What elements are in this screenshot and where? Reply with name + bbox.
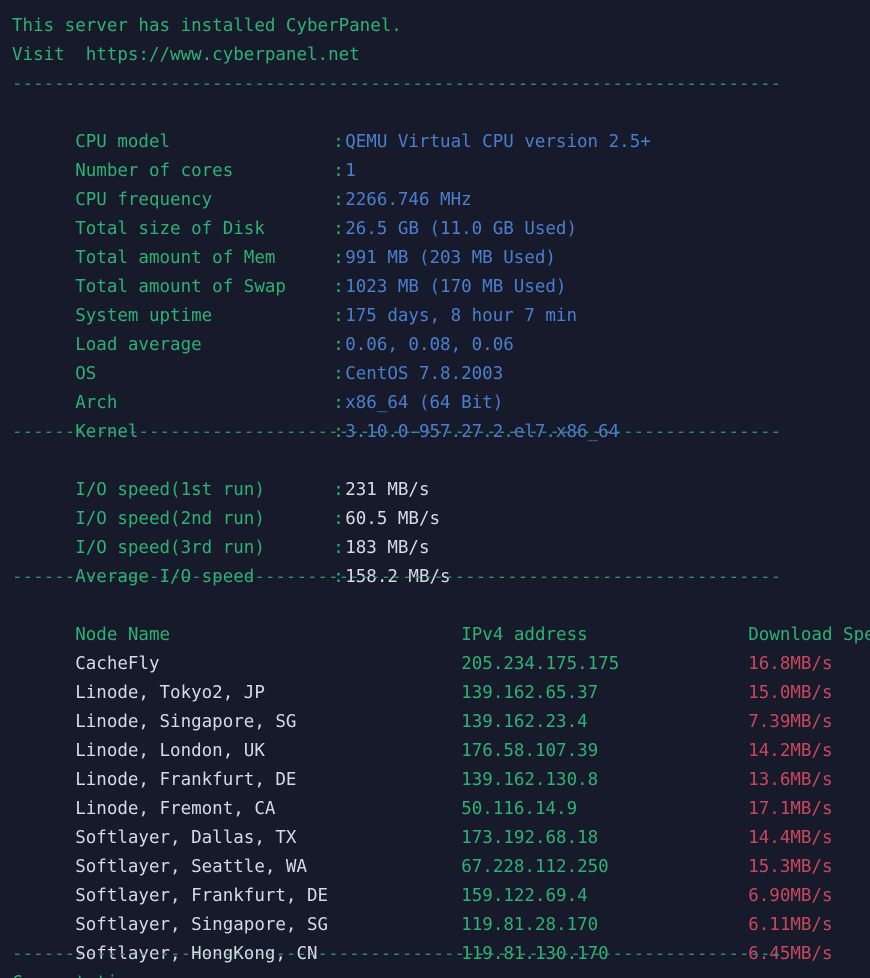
terminal-window: This server has installed CyberPanel. Vi… (0, 0, 870, 978)
info-value: QEMU Virtual CPU version 2.5+ (345, 132, 651, 152)
info-colon: : (333, 335, 344, 355)
info-label: CPU model (75, 132, 171, 152)
column-header-download-speed: Download Speed (748, 625, 870, 645)
info-colon: : (333, 219, 344, 239)
separator-2: ----------------------------------------… (12, 422, 782, 442)
separator-3: ----------------------------------------… (12, 567, 782, 587)
cell-node-name: CacheFly (75, 654, 160, 674)
cell-download-speed: 14.2MB/s (748, 741, 833, 761)
info-label: Total amount of Swap (75, 277, 286, 297)
separator-1: ----------------------------------------… (12, 74, 782, 94)
cell-download-speed: 15.3MB/s (748, 857, 833, 877)
info-label: Load average (75, 335, 202, 355)
footer-clipped-line: Current time (12, 969, 870, 978)
info-row-cpu-model: CPU model:QEMU Virtual CPU version 2.5+ (12, 99, 870, 152)
cell-ipv4: 139.162.23.4 (461, 712, 588, 732)
cell-download-speed: 13.6MB/s (748, 770, 833, 790)
io-colon: : (333, 538, 344, 558)
header-line-installed: This server has installed CyberPanel. (12, 16, 402, 36)
info-value: 26.5 GB (11.0 GB Used) (345, 219, 578, 239)
cell-node-name: Softlayer, Dallas, TX (75, 828, 297, 848)
cell-ipv4: 139.162.65.37 (461, 683, 599, 703)
cell-node-name: Softlayer, Singapore, SG (75, 915, 329, 935)
cell-download-speed: 17.1MB/s (748, 799, 833, 819)
cell-ipv4: 176.58.107.39 (461, 741, 599, 761)
io-value: 183 MB/s (345, 538, 430, 558)
io-value: 60.5 MB/s (345, 509, 441, 529)
cell-ipv4: 50.116.14.9 (461, 799, 578, 819)
io-value: 231 MB/s (345, 480, 430, 500)
io-label: I/O speed(3rd run) (75, 538, 265, 558)
info-colon: : (333, 393, 344, 413)
cell-download-speed: 7.39MB/s (748, 712, 833, 732)
column-header-ipv4: IPv4 address (461, 625, 588, 645)
cell-ipv4: 173.192.68.18 (461, 828, 599, 848)
info-colon: : (333, 277, 344, 297)
info-value: CentOS 7.8.2003 (345, 364, 504, 384)
cell-download-speed: 15.0MB/s (748, 683, 833, 703)
cell-node-name: Softlayer, Frankfurt, DE (75, 886, 329, 906)
info-value: 991 MB (203 MB Used) (345, 248, 556, 268)
info-label: Total size of Disk (75, 219, 265, 239)
cell-node-name: Linode, Frankfurt, DE (75, 770, 297, 790)
cell-download-speed: 6.90MB/s (748, 886, 833, 906)
info-label: Arch (75, 393, 118, 413)
io-colon: : (333, 509, 344, 529)
cell-ipv4: 67.228.112.250 (461, 857, 609, 877)
cell-node-name: Linode, London, UK (75, 741, 265, 761)
info-colon: : (333, 190, 344, 210)
cell-ipv4: 205.234.175.175 (461, 654, 620, 674)
info-label: Total amount of Mem (75, 248, 276, 268)
io-colon: : (333, 480, 344, 500)
info-value: 0.06, 0.08, 0.06 (345, 335, 514, 355)
node-table-header: Node Name IPv4 address Download Speed (12, 592, 870, 645)
cell-node-name: Linode, Fremont, CA (75, 799, 276, 819)
separator-4: ----------------------------------------… (12, 944, 782, 964)
info-colon: : (333, 161, 344, 181)
io-label: I/O speed(1st run) (75, 480, 265, 500)
info-label: System uptime (75, 306, 213, 326)
info-label: Number of cores (75, 161, 234, 181)
cell-node-name: Softlayer, Seattle, WA (75, 857, 308, 877)
cell-node-name: Linode, Tokyo2, JP (75, 683, 265, 703)
info-colon: : (333, 248, 344, 268)
header-line-visit: Visit https://www.cyberpanel.net (12, 45, 360, 65)
cell-download-speed: 16.8MB/s (748, 654, 833, 674)
io-label: I/O speed(2nd run) (75, 509, 265, 529)
cell-ipv4: 159.122.69.4 (461, 886, 588, 906)
info-colon: : (333, 306, 344, 326)
info-value: x86_64 (64 Bit) (345, 393, 504, 413)
info-value: 1 (345, 161, 356, 181)
info-label: CPU frequency (75, 190, 213, 210)
info-value: 2266.746 MHz (345, 190, 472, 210)
info-label: OS (75, 364, 97, 384)
cell-node-name: Linode, Singapore, SG (75, 712, 297, 732)
info-colon: : (333, 364, 344, 384)
cell-download-speed: 14.4MB/s (748, 828, 833, 848)
cell-download-speed: 6.11MB/s (748, 915, 833, 935)
terminal-screen: This server has installed CyberPanel. Vi… (0, 0, 870, 978)
column-header-node-name: Node Name (75, 625, 171, 645)
io-row-1st-run: I/O speed(1st run):231 MB/s (12, 447, 870, 500)
info-colon: : (333, 132, 344, 152)
cell-ipv4: 139.162.130.8 (461, 770, 599, 790)
info-value: 175 days, 8 hour 7 min (345, 306, 578, 326)
info-value: 1023 MB (170 MB Used) (345, 277, 567, 297)
cell-ipv4: 119.81.28.170 (461, 915, 599, 935)
